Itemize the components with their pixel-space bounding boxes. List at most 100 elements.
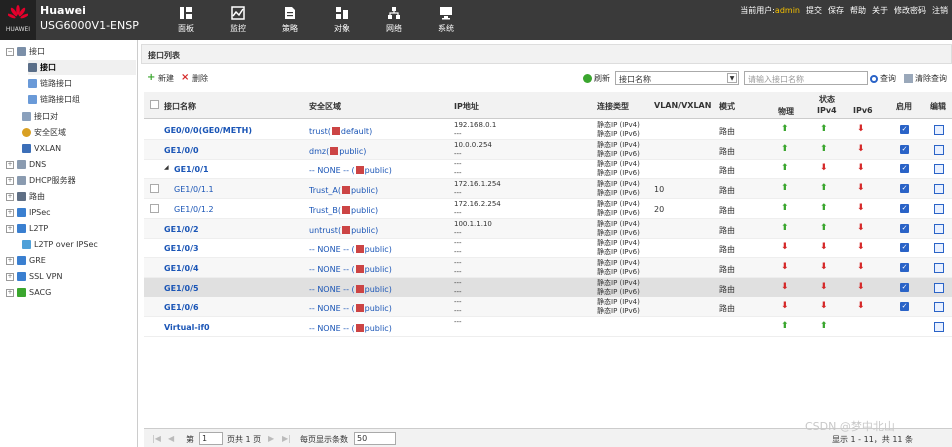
enable-checkbox[interactable]: ✓: [900, 144, 909, 154]
sidebar-item-gre[interactable]: + GRE: [6, 253, 46, 268]
interface-name[interactable]: GE1/0/4: [164, 264, 199, 273]
table-row[interactable]: GE1/0/4 -- NONE -- (public) --- --- 静态IP (IP…: [144, 257, 952, 278]
zone-link[interactable]: trust(default): [309, 127, 372, 136]
enable-checkbox[interactable]: ✓: [900, 282, 909, 292]
prev-page-icon[interactable]: ◀: [168, 434, 174, 443]
zone-link[interactable]: untrust(public): [309, 225, 378, 235]
link-help[interactable]: 帮助: [850, 5, 866, 16]
expand-icon[interactable]: +: [6, 256, 14, 265]
expand-icon[interactable]: +: [6, 176, 14, 185]
zone-link[interactable]: -- NONE -- (public): [309, 264, 392, 274]
edit-icon[interactable]: [934, 144, 944, 155]
collapse-icon[interactable]: −: [6, 47, 14, 56]
nav-monitor[interactable]: 监控: [212, 0, 264, 40]
sidebar-item-security-zone[interactable]: 安全区域: [22, 125, 66, 140]
link-change-password[interactable]: 修改密码: [894, 5, 926, 16]
nav-policy[interactable]: 策略: [264, 0, 316, 40]
row-checkbox[interactable]: [150, 203, 159, 213]
edit-icon[interactable]: [934, 262, 944, 273]
interface-name[interactable]: GE1/0/2: [164, 225, 199, 234]
zone-link[interactable]: dmz(public): [309, 146, 366, 156]
search-field-select[interactable]: 接口名称 ▼: [615, 71, 739, 85]
interface-name[interactable]: GE1/0/5: [164, 284, 199, 293]
sidebar-item-link-interface-group[interactable]: 链路接口组: [28, 92, 80, 107]
edit-icon[interactable]: [934, 164, 944, 175]
enable-checkbox[interactable]: ✓: [900, 164, 909, 174]
search-input[interactable]: 请输入接口名称: [744, 71, 868, 85]
table-row[interactable]: GE1/0/1.1 Trust_A(public) 172.16.1.254 --- 静…: [144, 179, 952, 200]
zone-link[interactable]: Trust_A(public): [309, 186, 378, 195]
enable-checkbox[interactable]: ✓: [900, 262, 909, 272]
zone-link[interactable]: Trust_B(public): [309, 205, 378, 215]
per-page-select[interactable]: 50: [354, 432, 396, 445]
expand-icon[interactable]: +: [6, 288, 14, 297]
nav-dashboard[interactable]: 面板: [160, 0, 212, 40]
edit-icon[interactable]: [934, 203, 944, 214]
edit-icon[interactable]: [934, 302, 944, 313]
row-checkbox[interactable]: [150, 184, 159, 194]
collapse-arrow-icon[interactable]: ◢: [164, 164, 169, 171]
interface-name[interactable]: GE1/0/6: [164, 303, 199, 312]
sidebar-item-link-interface[interactable]: 链路接口: [28, 76, 72, 91]
sidebar-item-l2tp-over-ipsec[interactable]: L2TP over IPSec: [22, 237, 98, 252]
table-row[interactable]: GE1/0/5 -- NONE -- (public) --- --- 静态IP (IP…: [144, 277, 952, 298]
next-page-icon[interactable]: ▶: [268, 434, 274, 443]
interface-name[interactable]: Virtual-if0: [164, 323, 210, 332]
edit-icon[interactable]: [934, 184, 944, 195]
query-button[interactable]: 查询: [870, 73, 896, 84]
page-number-input[interactable]: 1: [199, 432, 223, 445]
enable-checkbox[interactable]: ✓: [900, 184, 909, 194]
zone-link[interactable]: -- NONE -- (public): [309, 284, 392, 294]
sidebar-item-dns[interactable]: + DNS: [6, 157, 46, 172]
edit-icon[interactable]: [934, 243, 944, 254]
nav-network[interactable]: 网络: [368, 0, 420, 40]
enable-checkbox[interactable]: ✓: [900, 302, 909, 312]
sidebar-item-vxlan[interactable]: VXLAN: [22, 141, 61, 156]
sidebar-item-route[interactable]: + 路由: [6, 189, 45, 204]
add-button[interactable]: + 新建: [147, 73, 174, 84]
edit-icon[interactable]: [934, 282, 944, 293]
table-row[interactable]: GE1/0/0 dmz(public) 10.0.0.254 --- 静态IP (IPv…: [144, 139, 952, 160]
refresh-button[interactable]: 刷新: [583, 73, 610, 84]
sidebar-item-dhcp[interactable]: + DHCP服务器: [6, 173, 76, 188]
clear-query-button[interactable]: 清除查询: [904, 73, 947, 84]
last-page-icon[interactable]: ▶|: [282, 434, 291, 443]
link-save[interactable]: 保存: [828, 5, 844, 16]
table-row[interactable]: ◢ GE1/0/1 -- NONE -- (public) --- --- 静态IP (I…: [144, 159, 952, 180]
delete-button[interactable]: × 删除: [181, 73, 208, 84]
expand-icon[interactable]: +: [6, 160, 14, 169]
link-submit[interactable]: 提交: [806, 5, 822, 16]
interface-name[interactable]: GE0/0/0(GE0/METH): [164, 126, 252, 135]
edit-icon[interactable]: [934, 322, 944, 332]
table-row[interactable]: Virtual-if0 -- NONE -- (public) --- ⬆ ⬆: [144, 317, 952, 337]
interface-name[interactable]: GE1/0/1.1: [174, 185, 214, 194]
sidebar-item-ssl-vpn[interactable]: + SSL VPN: [6, 269, 62, 284]
edit-icon[interactable]: [934, 125, 944, 135]
link-logout[interactable]: 注销: [932, 5, 948, 16]
zone-link[interactable]: -- NONE -- (public): [309, 324, 392, 333]
enable-checkbox[interactable]: ✓: [900, 243, 909, 253]
interface-name[interactable]: GE1/0/1.2: [174, 205, 214, 214]
enable-checkbox[interactable]: ✓: [900, 223, 909, 233]
sidebar-item-l2tp[interactable]: + L2TP: [6, 221, 48, 236]
enable-checkbox[interactable]: ✓: [900, 125, 909, 134]
expand-icon[interactable]: +: [6, 208, 14, 217]
sidebar-item-sacg[interactable]: + SACG: [6, 285, 51, 300]
enable-checkbox[interactable]: ✓: [900, 203, 909, 213]
chevron-down-icon[interactable]: ▼: [727, 73, 737, 83]
nav-object[interactable]: 对象: [316, 0, 368, 40]
expand-icon[interactable]: +: [6, 272, 14, 281]
select-all-checkbox[interactable]: [150, 100, 159, 109]
table-row[interactable]: GE0/0/0(GE0/METH) trust(default) 192.168.0…: [144, 120, 952, 140]
sidebar-item-interface-root[interactable]: − 接口: [6, 44, 45, 59]
sidebar-item-interface-pair[interactable]: 接口对: [22, 109, 58, 124]
table-row[interactable]: GE1/0/6 -- NONE -- (public) --- --- 静态IP (IP…: [144, 297, 952, 318]
zone-link[interactable]: -- NONE -- (public): [309, 166, 392, 175]
table-row[interactable]: GE1/0/3 -- NONE -- (public) --- --- 静态IP (IP…: [144, 238, 952, 259]
nav-system[interactable]: 系统: [420, 0, 472, 40]
expand-icon[interactable]: +: [6, 224, 14, 233]
sidebar-item-interface[interactable]: 接口: [28, 60, 136, 75]
interface-name[interactable]: GE1/0/0: [164, 146, 199, 155]
link-about[interactable]: 关于: [872, 5, 888, 16]
edit-icon[interactable]: [934, 223, 944, 234]
